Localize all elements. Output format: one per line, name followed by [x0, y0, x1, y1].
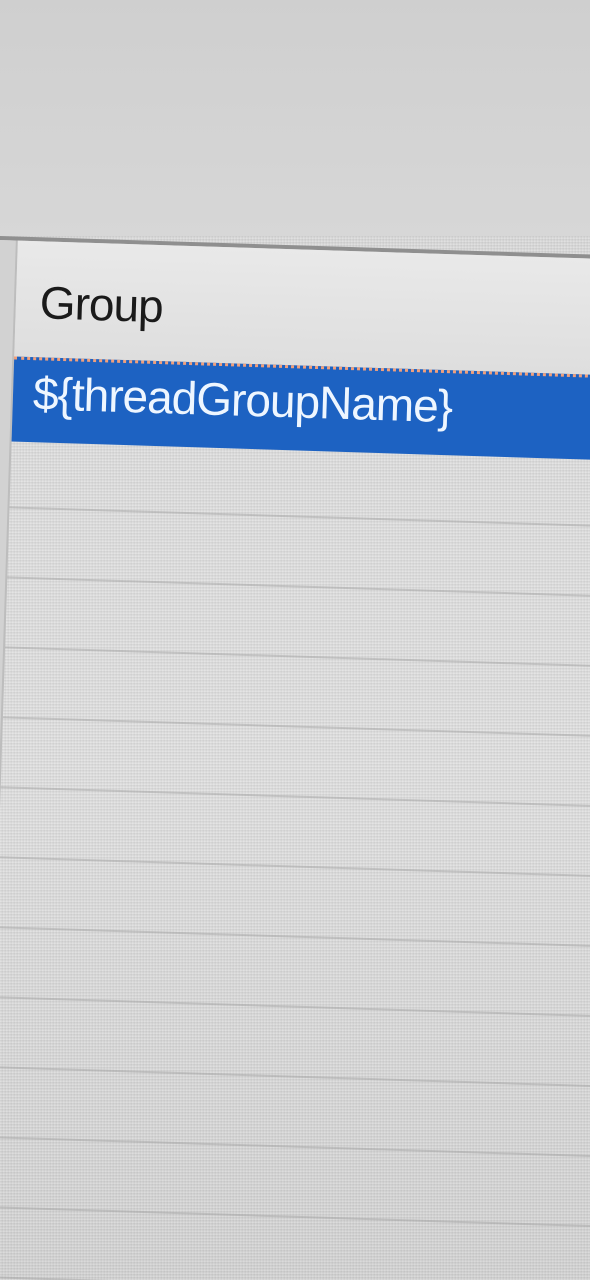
- column-header-group[interactable]: Group: [39, 276, 163, 332]
- top-panel: [0, 0, 590, 236]
- empty-table-rows: [0, 438, 590, 1280]
- table-header-row: Group: [14, 240, 590, 377]
- screen: Group ${threadGroupName}: [0, 0, 590, 1280]
- group-cell[interactable]: ${threadGroupName}: [32, 367, 453, 432]
- results-table[interactable]: Group ${threadGroupName}: [0, 235, 590, 1280]
